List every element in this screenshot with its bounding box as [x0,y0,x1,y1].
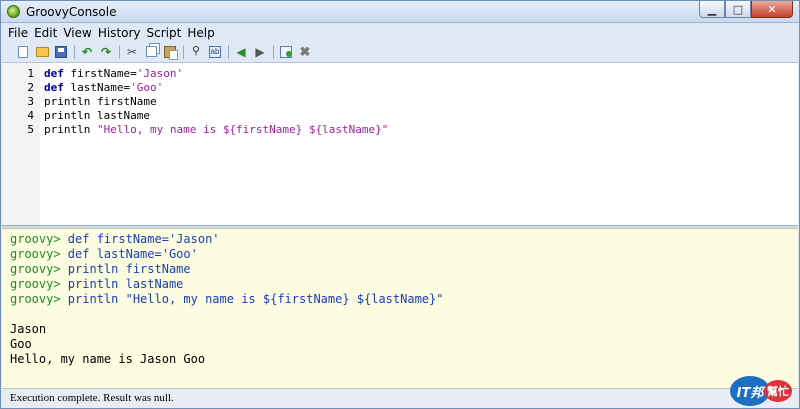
maximize-button[interactable]: □ [725,1,751,18]
copy-button[interactable] [143,44,159,60]
open-file-button[interactable] [34,44,50,60]
undo-button[interactable]: ↶ [79,44,95,60]
run-script-icon [280,45,292,58]
interrupt-icon: ✖ [299,44,311,59]
menu-history[interactable]: History [98,26,141,40]
echo-text: def firstName='Jason' [60,232,220,246]
keyword: def [44,81,64,94]
paste-icon [164,45,178,60]
toolbar-separator [228,44,229,59]
interrupt-button[interactable]: ✖ [297,44,313,60]
menu-script[interactable]: Script [147,26,182,40]
output-echo-line: groovy> println firstName [10,262,191,276]
menu-edit[interactable]: Edit [34,26,57,40]
code-line: println "Hello, my name is ${firstName} … [44,123,388,136]
output-result-line: Hello, my name is Jason Goo [10,352,206,366]
paste-button[interactable] [162,44,178,60]
script-editor[interactable]: 1 2 3 4 5 def firstName='Jason' def last… [2,62,798,225]
redo-icon: ↷ [100,44,112,59]
run-script-button[interactable] [278,44,294,60]
output-echo-line: groovy> println lastName [10,277,183,291]
window-title: GroovyConsole [26,5,117,19]
groovy-prompt: groovy> [10,292,61,306]
output-pane[interactable]: groovy> def firstName='Jason' groovy> de… [2,228,798,388]
echo-text: println "Hello, my name is ${firstName} … [60,292,444,306]
toolbar-separator [119,44,120,59]
new-file-button[interactable] [15,44,31,60]
window-controls: ▁ □ ✕ [699,1,793,19]
history-back-button[interactable]: ◀ [233,44,249,60]
save-button[interactable] [53,44,69,60]
echo-text: def lastName='Goo' [60,247,198,261]
output-result-line: Jason [10,322,47,336]
code-line: def firstName='Jason' [44,67,183,80]
string-literal: 'Goo' [130,81,164,94]
groovy-console-window: GroovyConsole ▁ □ ✕ File Edit View Histo… [0,0,800,409]
toolbar-separator [74,44,75,59]
toolbar: ↶ ↷ ✂ ⚲ ab ◀ ▶ ✖ [1,42,799,61]
code-line: println firstName [44,95,157,108]
code-text: println [44,123,97,136]
cut-button[interactable]: ✂ [124,44,140,60]
replace-icon: ab [209,45,221,58]
menu-file[interactable]: File [8,26,28,40]
toolbar-separator [183,44,184,59]
code-line: println lastName [44,109,150,122]
history-forward-icon: ▶ [255,44,265,59]
find-button[interactable]: ⚲ [188,44,204,60]
minimize-button[interactable]: ▁ [699,1,725,18]
groovy-prompt: groovy> [10,277,61,291]
find-icon: ⚲ [191,45,201,57]
output-echo-line: groovy> def firstName='Jason' [10,232,220,246]
line-number: 5 [27,123,34,136]
echo-text: println lastName [60,277,184,291]
copy-icon [145,46,157,57]
open-file-icon [35,46,49,57]
replace-button[interactable]: ab [207,44,223,60]
output-echo-line: groovy> println "Hello, my name is ${fir… [10,292,443,306]
menu-help[interactable]: Help [187,26,214,40]
line-number: 3 [27,95,34,108]
status-bar: Execution complete. Result was null. [2,388,798,408]
undo-icon: ↶ [81,44,93,59]
line-number-gutter: 1 2 3 4 5 [2,63,40,225]
toolbar-separator [273,44,274,59]
cut-icon: ✂ [126,44,138,59]
groovy-prompt: groovy> [10,262,61,276]
line-number: 2 [27,81,34,94]
line-number: 4 [27,109,34,122]
history-back-icon: ◀ [236,44,246,59]
code-text: println lastName [44,109,150,122]
string-literal: 'Jason' [136,67,184,80]
groovy-app-icon [7,5,20,18]
string-literal: "Hello, my name is ${firstName} ${lastNa… [96,123,389,136]
watermark-right: 幫忙 [764,380,792,402]
groovy-prompt: groovy> [10,247,61,261]
save-icon [55,45,67,58]
code-text: println firstName [44,95,157,108]
code-text: firstName= [63,67,137,80]
line-number: 1 [27,67,34,80]
ithome-watermark-logo: IT邦 幫忙 [730,376,794,406]
menu-view[interactable]: View [63,26,91,40]
keyword: def [44,67,64,80]
groovy-prompt: groovy> [10,232,61,246]
menu-bar: File Edit View History Script Help [1,24,799,42]
code-text: lastName= [63,81,131,94]
title-bar: GroovyConsole ▁ □ ✕ [1,1,799,23]
status-text: Execution complete. Result was null. [10,392,174,404]
output-result-line: Goo [10,337,32,351]
redo-button[interactable]: ↷ [98,44,114,60]
history-forward-button[interactable]: ▶ [252,44,268,60]
echo-text: println firstName [60,262,191,276]
new-file-icon [18,45,28,58]
output-echo-line: groovy> def lastName='Goo' [10,247,198,261]
code-line: def lastName='Goo' [44,81,163,94]
close-button[interactable]: ✕ [751,1,793,18]
